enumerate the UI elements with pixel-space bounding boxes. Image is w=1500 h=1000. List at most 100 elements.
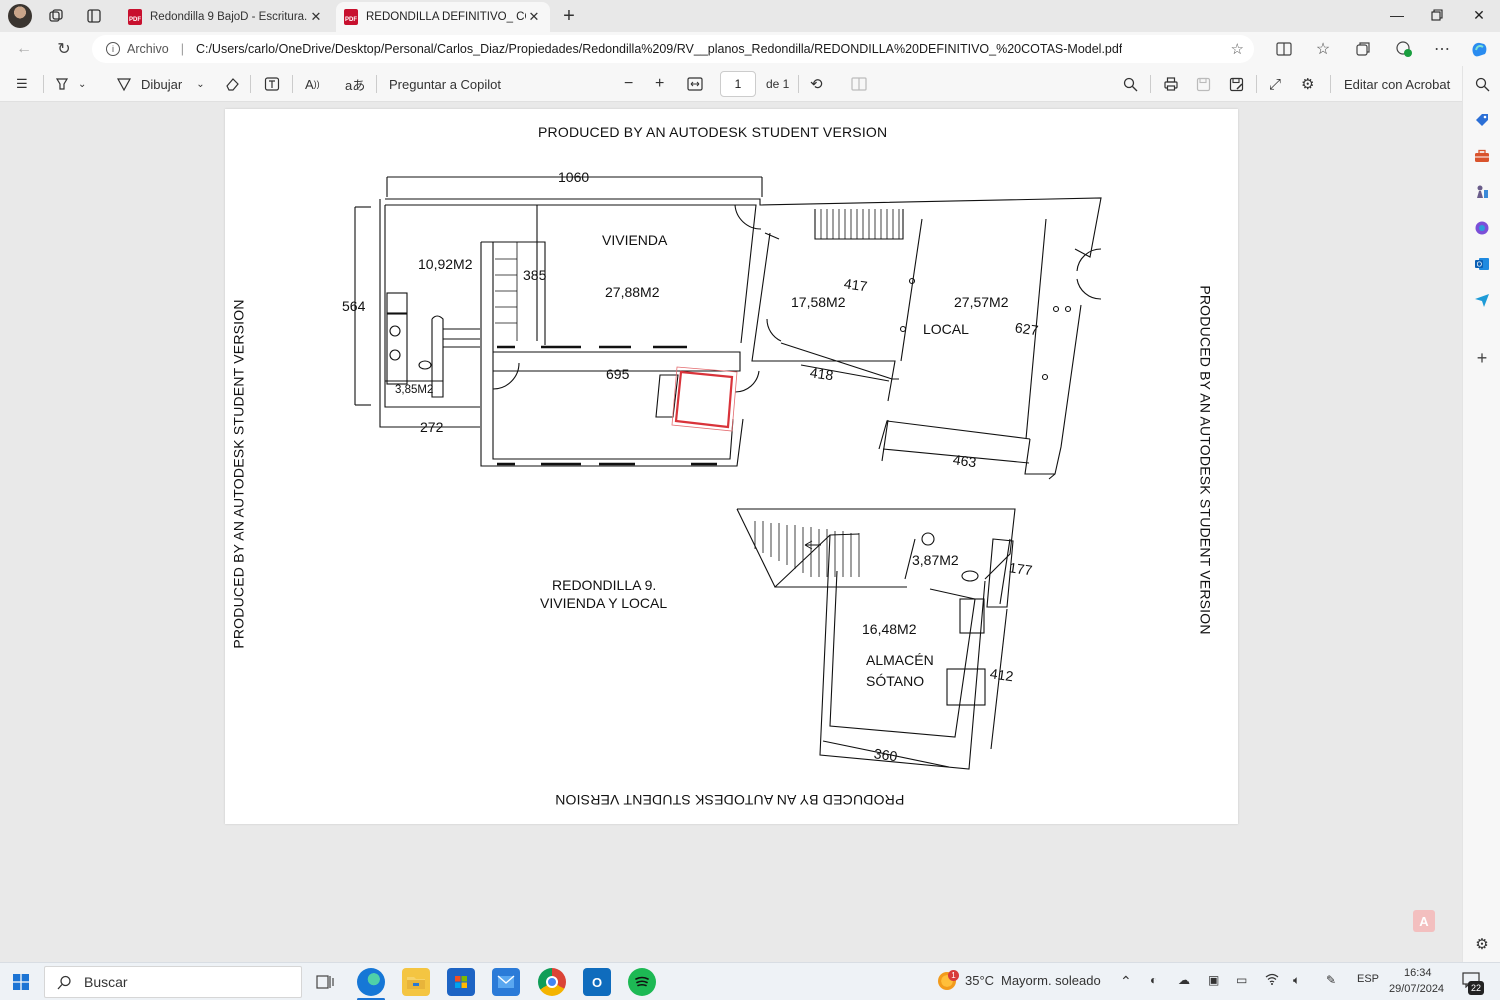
tab-redondilla-cotas[interactable]: PDF REDONDILLA DEFINITIVO_ COTAS ✕ bbox=[336, 2, 550, 32]
area-10-92: 10,92M2 bbox=[418, 256, 473, 272]
tray-app-icon[interactable]: ◐ bbox=[1150, 973, 1157, 987]
tools-briefcase-icon[interactable] bbox=[1472, 146, 1492, 166]
acrobat-icon[interactable]: A bbox=[1413, 910, 1435, 932]
vertical-tabs-icon[interactable] bbox=[82, 4, 106, 28]
dim-272: 272 bbox=[420, 419, 444, 435]
read-aloud-icon[interactable]: A)) bbox=[305, 74, 320, 94]
microsoft-store-icon[interactable] bbox=[447, 968, 475, 996]
print-icon[interactable] bbox=[1163, 74, 1179, 94]
wifi-icon[interactable] bbox=[1265, 973, 1279, 988]
ask-copilot-button[interactable]: Preguntar a Copilot bbox=[389, 74, 501, 94]
outlook-icon[interactable]: O bbox=[1472, 254, 1492, 274]
zoom-in-icon[interactable]: + bbox=[655, 74, 664, 94]
chrome-app-icon[interactable] bbox=[538, 968, 566, 996]
minimize-button[interactable]: — bbox=[1376, 0, 1418, 30]
close-window-button[interactable]: ✕ bbox=[1458, 0, 1500, 30]
save-as-icon[interactable] bbox=[1229, 74, 1244, 94]
clock-date[interactable]: 29/07/2024 bbox=[1389, 983, 1444, 995]
rotate-icon[interactable]: ⟲ bbox=[810, 74, 823, 94]
toolbar-divider bbox=[798, 75, 799, 93]
favorite-star-icon[interactable]: ☆ bbox=[1231, 40, 1244, 58]
area-17-58: 17,58M2 bbox=[791, 294, 846, 310]
edit-with-acrobat-button[interactable]: Editar con Acrobat bbox=[1344, 74, 1450, 94]
drawing-title-line2: VIVIENDA Y LOCAL bbox=[540, 595, 667, 611]
clock-time[interactable]: 16:34 bbox=[1404, 967, 1432, 979]
refresh-icon[interactable]: ↻ bbox=[52, 37, 76, 61]
fit-width-icon[interactable] bbox=[687, 74, 703, 94]
taskbar-search-input[interactable]: Buscar bbox=[44, 966, 302, 998]
zoom-out-icon[interactable]: − bbox=[624, 74, 633, 94]
dim-695: 695 bbox=[606, 366, 630, 382]
weather-temperature[interactable]: 35°C bbox=[965, 973, 994, 988]
draw-button[interactable]: Dibujar ⌄ bbox=[116, 74, 205, 94]
area-27-57: 27,57M2 bbox=[954, 294, 1009, 310]
save-icon[interactable] bbox=[1196, 74, 1211, 94]
outlook-app-icon[interactable]: O bbox=[583, 968, 611, 996]
eraser-icon[interactable] bbox=[224, 74, 240, 94]
input-language[interactable]: ESP bbox=[1357, 973, 1379, 985]
close-tab-icon[interactable]: ✕ bbox=[526, 9, 542, 25]
toolbar-divider bbox=[1256, 75, 1257, 93]
add-sidebar-app-icon[interactable]: + bbox=[1472, 348, 1492, 368]
games-chess-icon[interactable] bbox=[1472, 182, 1492, 202]
tab-title: Redondilla 9 BajoD - Escritura.pdf bbox=[150, 11, 308, 23]
settings-gear-icon[interactable]: ⚙ bbox=[1301, 74, 1314, 94]
svg-text:O: O bbox=[1477, 262, 1483, 269]
shopping-tag-icon[interactable] bbox=[1472, 110, 1492, 130]
more-options-icon[interactable]: ⋯ bbox=[1430, 37, 1454, 61]
search-icon[interactable] bbox=[1123, 74, 1138, 94]
workspaces-icon[interactable] bbox=[44, 4, 68, 28]
pdf-icon: PDF bbox=[344, 9, 358, 25]
collections-icon[interactable] bbox=[1351, 37, 1375, 61]
page-total-label: de 1 bbox=[766, 77, 790, 91]
spotify-app-icon[interactable] bbox=[628, 968, 656, 996]
back-icon[interactable]: ← bbox=[12, 37, 36, 61]
chevron-down-icon: ⌄ bbox=[78, 78, 87, 90]
address-url[interactable]: C:/Users/carlo/OneDrive/Desktop/Personal… bbox=[196, 42, 1122, 56]
toolbar-divider bbox=[1330, 75, 1331, 93]
highlight-button[interactable]: ⌄ bbox=[54, 74, 86, 94]
microsoft-365-icon[interactable] bbox=[1472, 218, 1492, 238]
show-hidden-icons-chevron-icon[interactable]: ⌃ bbox=[1120, 973, 1132, 990]
volume-icon[interactable]: 🔈︎ bbox=[1293, 973, 1300, 988]
page-number-input[interactable]: 1 bbox=[720, 71, 756, 97]
split-screen-icon[interactable] bbox=[1272, 37, 1296, 61]
send-arrow-icon[interactable] bbox=[1472, 290, 1492, 310]
toolbar-divider bbox=[376, 75, 377, 93]
area-3-85: 3,85M2 bbox=[395, 384, 433, 396]
onedrive-cloud-icon[interactable]: ☁ bbox=[1178, 973, 1190, 987]
sidebar-settings-gear-icon[interactable]: ⚙ bbox=[1472, 934, 1492, 954]
tab-escritura[interactable]: PDF Redondilla 9 BajoD - Escritura.pdf ✕ bbox=[120, 2, 332, 32]
tray-monitor-icon[interactable]: ▣ bbox=[1208, 973, 1219, 987]
address-separator: | bbox=[180, 42, 184, 56]
battery-icon[interactable]: ▭ bbox=[1236, 973, 1247, 987]
address-scheme-label: Archivo bbox=[127, 42, 169, 56]
pen-icon[interactable]: ✎ bbox=[1326, 973, 1336, 987]
edge-app-icon[interactable] bbox=[357, 968, 385, 996]
pdf-viewer-canvas[interactable]: PRODUCED BY AN AUTODESK STUDENT VERSION … bbox=[0, 102, 1462, 962]
translate-icon[interactable]: aあ bbox=[345, 74, 365, 94]
profile-avatar[interactable] bbox=[8, 4, 32, 28]
browser-essentials-icon[interactable] bbox=[1392, 37, 1416, 61]
address-bar[interactable]: i Archivo | C:/Users/carlo/OneDrive/Desk… bbox=[92, 35, 1254, 63]
sidebar-search-icon[interactable] bbox=[1472, 74, 1492, 94]
fullscreen-icon[interactable]: ⤢ bbox=[1269, 74, 1281, 94]
file-explorer-icon[interactable] bbox=[402, 968, 430, 996]
table-of-contents-icon[interactable]: ☰ bbox=[16, 74, 28, 94]
new-tab-icon[interactable]: + bbox=[557, 4, 581, 28]
toolbar-divider bbox=[250, 75, 251, 93]
copilot-icon[interactable] bbox=[1467, 37, 1491, 61]
weather-description[interactable]: Mayorm. soleado bbox=[1001, 973, 1101, 988]
mail-icon[interactable] bbox=[492, 968, 520, 996]
info-icon[interactable]: i bbox=[106, 42, 120, 56]
favorites-icon[interactable]: ☆ bbox=[1311, 37, 1335, 61]
search-icon bbox=[57, 975, 71, 989]
dim-1060: 1060 bbox=[558, 169, 589, 185]
task-view-icon[interactable] bbox=[311, 968, 339, 996]
windows-start-icon[interactable] bbox=[13, 974, 29, 995]
area-16-48: 16,48M2 bbox=[862, 621, 917, 637]
add-text-icon[interactable] bbox=[264, 74, 280, 94]
page-view-icon[interactable] bbox=[851, 74, 867, 94]
restore-button[interactable] bbox=[1416, 0, 1458, 30]
close-tab-icon[interactable]: ✕ bbox=[308, 9, 324, 25]
